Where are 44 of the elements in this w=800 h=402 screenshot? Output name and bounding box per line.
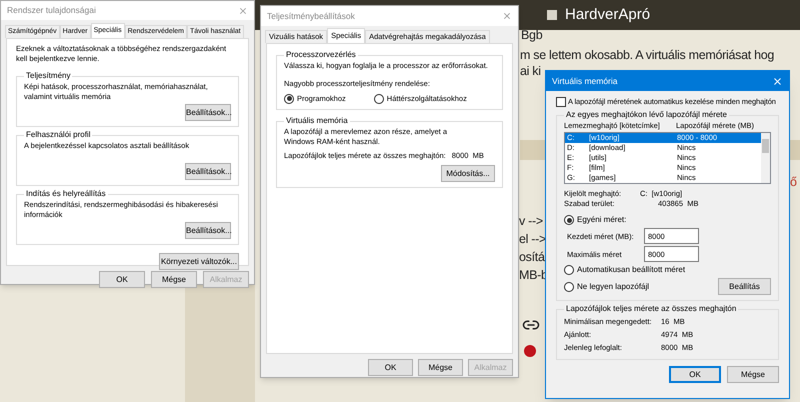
dialog-button[interactable]: Beállítások... <box>185 163 231 180</box>
dialog-button[interactable]: Beállítások... <box>185 222 231 239</box>
page-text: ai ki <box>520 64 541 79</box>
radio-label: Egyéni méret: <box>577 214 626 226</box>
page-text: osítá <box>519 250 545 265</box>
page-text: m se lettem okosabb. A virtuális memóriásat hog <box>520 48 774 63</box>
dialog-button[interactable]: OK <box>99 271 145 288</box>
page-text: v --> <box>519 214 543 229</box>
group-title: Processzorvezérlés <box>285 49 357 61</box>
radio-button[interactable] <box>374 94 384 104</box>
dialog-button[interactable]: Környezeti változók... <box>159 253 239 270</box>
dialog-button[interactable]: Mégse <box>418 359 463 376</box>
group-title: Indítás és helyreállítás <box>25 188 107 200</box>
radio-button[interactable] <box>284 94 294 104</box>
dialog-button[interactable]: Módosítás... <box>441 165 495 182</box>
dialog-button[interactable]: Beállítás <box>718 278 771 296</box>
radio-label: Automatikusan beállított méret <box>577 264 686 276</box>
radio-button[interactable] <box>564 215 574 226</box>
close-icon[interactable] <box>772 76 783 86</box>
window-title: Rendszer tulajdonságai <box>7 4 96 17</box>
window-title: Virtuális memória <box>552 74 618 88</box>
radio-button[interactable] <box>564 282 574 292</box>
group-title: Az egyes meghajtókon lévő lapozófájl mérete <box>565 109 728 122</box>
site-title: HardverApró <box>565 4 650 25</box>
window-title: Teljesítménybeállítások <box>267 10 355 22</box>
dialog-button[interactable]: Mégse <box>151 271 197 288</box>
dialog-button[interactable]: Beállítások... <box>185 104 231 121</box>
page-text: el --> <box>519 232 546 247</box>
checkbox[interactable] <box>556 96 566 107</box>
scrollbar[interactable] <box>761 133 770 184</box>
group-title: Virtuális memória <box>285 115 349 128</box>
dialog-button[interactable]: Mégse <box>727 366 779 384</box>
radio-button[interactable] <box>564 265 574 276</box>
group-title: Teljesítmény <box>25 70 72 82</box>
close-icon[interactable] <box>502 11 512 21</box>
group-title: Lapozófájlok teljes mérete az összes meghajtón <box>565 303 738 316</box>
site-logo-icon <box>547 10 557 20</box>
group-title: Felhasználói profil <box>25 129 92 141</box>
page-text: ő <box>790 175 797 190</box>
page-text: Bgb <box>521 28 542 43</box>
dialog-button[interactable]: OK <box>368 359 413 376</box>
close-icon[interactable] <box>238 6 248 16</box>
radio-label: Ne legyen lapozófájl <box>577 280 650 293</box>
dialog-button[interactable]: OK <box>669 366 721 384</box>
